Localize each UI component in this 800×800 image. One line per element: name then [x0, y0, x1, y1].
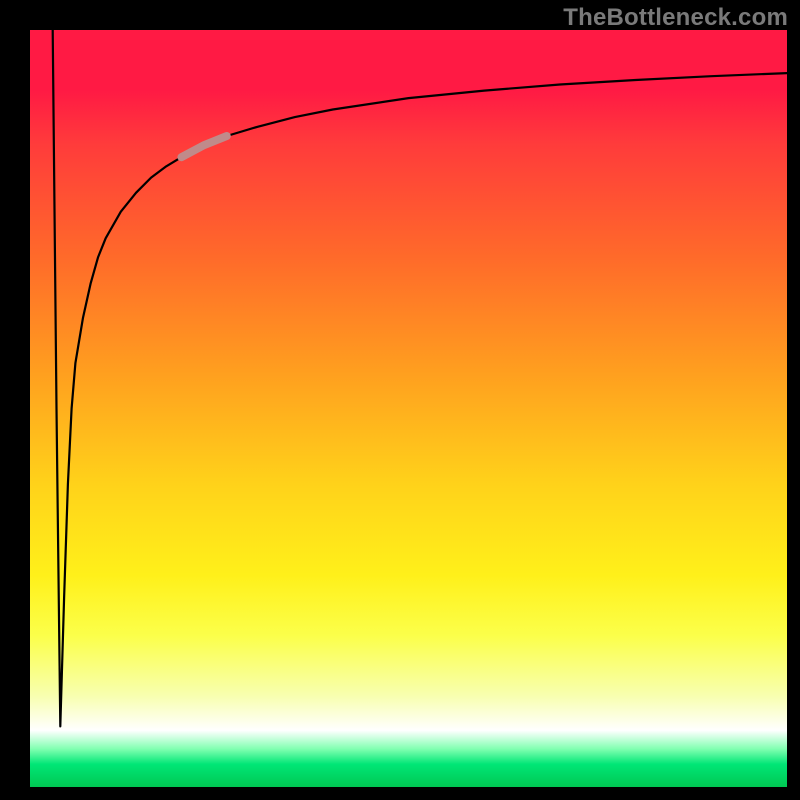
chart-svg	[30, 30, 787, 787]
chart-frame: TheBottleneck.com	[0, 0, 800, 800]
curve-highlight-segment	[181, 136, 226, 157]
curve-line	[53, 30, 787, 726]
plot-area	[30, 30, 787, 787]
watermark-text: TheBottleneck.com	[563, 4, 788, 32]
